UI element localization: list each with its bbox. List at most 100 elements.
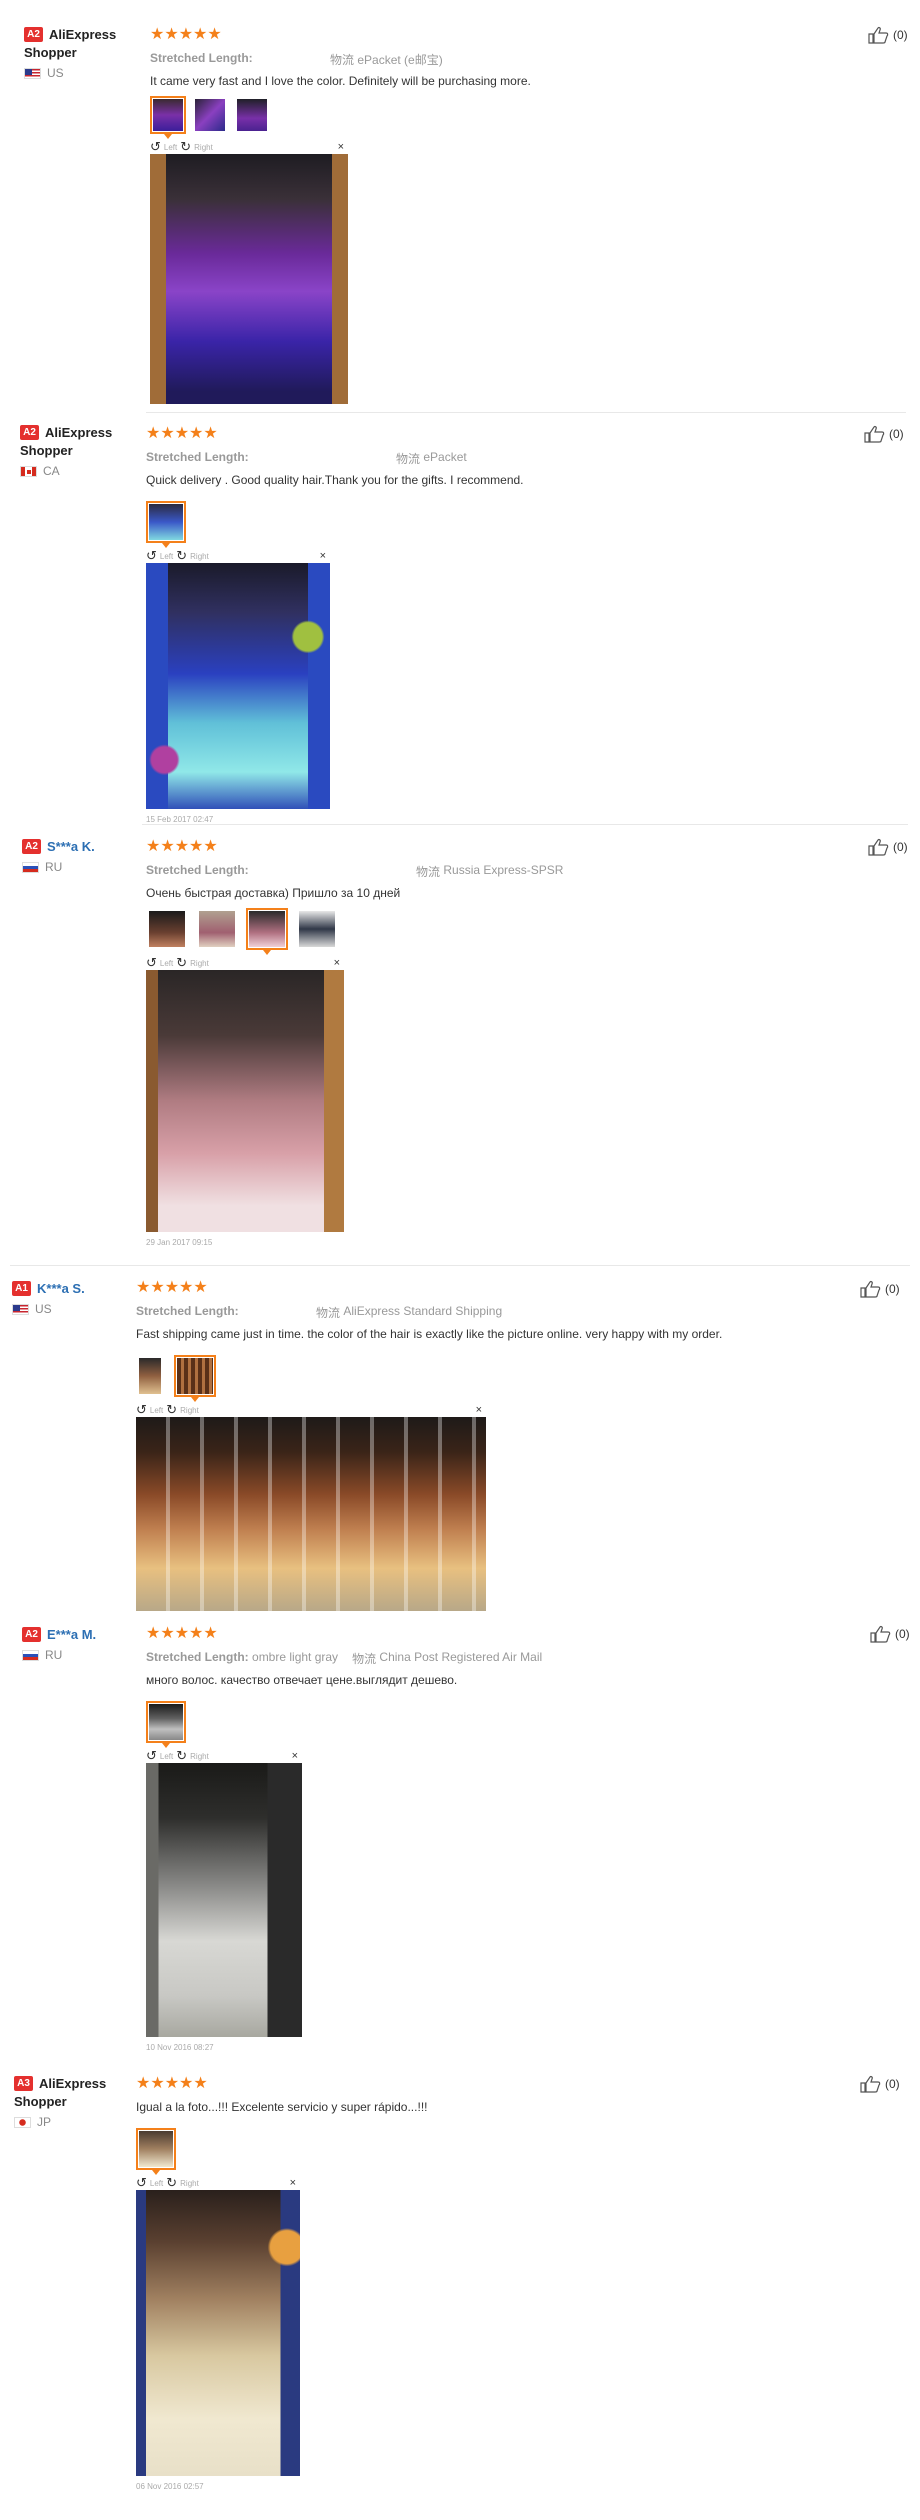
photo-thumbnail[interactable] — [246, 908, 288, 955]
star-rating: ★★★★★ — [146, 838, 218, 855]
photo-thumbnail[interactable] — [174, 1355, 216, 1402]
rotate-left-label[interactable]: Left — [160, 959, 173, 968]
review-item: A2 AliExpress Shopper US ★★★★★ Stretched … — [0, 0, 920, 412]
photo-thumbnails — [136, 1355, 856, 1402]
photo-viewer: ↺ Left ↻ Right × — [146, 549, 330, 809]
helpful-button[interactable]: (0) — [864, 425, 904, 443]
flag-jp-icon — [14, 2116, 31, 2128]
helpful-button[interactable]: (0) — [868, 838, 908, 856]
helpful-button[interactable]: (0) — [868, 26, 908, 44]
rotate-left-label[interactable]: Left — [164, 143, 177, 152]
close-icon[interactable]: × — [320, 550, 326, 562]
buyer-level-badge: A2 — [22, 1627, 41, 1642]
reviewer-info: A2 E***a M. RU — [22, 1626, 142, 1662]
photo-thumbnails — [146, 908, 846, 955]
shipping-method: ePacket (e邮宝) — [357, 53, 443, 67]
review-text: Igual a la foto...!!! Excelente servicio… — [136, 2100, 428, 2114]
rotate-right-label[interactable]: Right — [194, 143, 213, 152]
flag-ca-icon — [20, 465, 37, 477]
helpful-button[interactable]: (0) — [860, 1280, 900, 1298]
star-rating: ★★★★★ — [136, 1279, 208, 1296]
review-text: Очень быстрая доставка) Пришло за 10 дне… — [146, 886, 401, 900]
shipping-method: AliExpress Standard Shipping — [343, 1304, 503, 1318]
review-date: 15 Feb 2017 02:47 — [146, 815, 214, 824]
flag-ru-icon — [22, 1649, 39, 1661]
review-item: A3 AliExpress Shopper JP ★★★★★ Igual a la… — [0, 2069, 920, 2520]
rotate-right-label[interactable]: Right — [190, 1752, 209, 1761]
shipping-icon: 物流 — [352, 1652, 377, 1666]
rotate-left-icon[interactable]: ↺ — [146, 956, 157, 969]
rotate-left-label[interactable]: Left — [160, 552, 173, 561]
rotate-right-label[interactable]: Right — [180, 2179, 199, 2188]
helpful-count: (0) — [889, 427, 904, 441]
thumbs-up-icon — [870, 1626, 891, 1643]
review-date: 06 Nov 2016 02:57 — [136, 2482, 204, 2491]
rotate-left-icon[interactable]: ↺ — [136, 2176, 147, 2189]
rotate-right-icon[interactable]: ↻ — [180, 140, 191, 153]
review-item: A1 K***a S. US ★★★★★ Stretched Length: 物流 … — [0, 1265, 920, 1611]
helpful-button[interactable]: (0) — [860, 2075, 900, 2093]
attribute-value: ombre light gray — [252, 1650, 339, 1664]
rotate-right-icon[interactable]: ↻ — [176, 1749, 187, 1762]
photo-thumbnail[interactable] — [146, 1701, 186, 1748]
rotate-right-icon[interactable]: ↻ — [176, 549, 187, 562]
flag-us-icon — [12, 1303, 29, 1315]
review-photo — [136, 2190, 300, 2476]
close-icon[interactable]: × — [290, 2177, 296, 2189]
rotate-left-label[interactable]: Left — [150, 1406, 163, 1415]
rotate-right-label[interactable]: Right — [180, 1406, 199, 1415]
review-content: ★★★★★ Stretched Length: 物流 ePacket (e邮宝) … — [150, 27, 850, 404]
shipping-icon: 物流 — [330, 53, 355, 67]
rotate-left-icon[interactable]: ↺ — [150, 140, 161, 153]
close-icon[interactable]: × — [334, 957, 340, 969]
photo-thumbnail[interactable] — [196, 908, 238, 950]
close-icon[interactable]: × — [292, 1750, 298, 1762]
reviewer-name[interactable]: E***a M. — [47, 1627, 96, 1642]
shipping-method: ePacket — [423, 450, 467, 464]
shipping-icon: 物流 — [416, 865, 441, 879]
rotate-left-label[interactable]: Left — [160, 1752, 173, 1761]
photo-thumbnail[interactable] — [136, 2128, 176, 2175]
reviewer-name[interactable]: K***a S. — [37, 1281, 85, 1296]
star-rating: ★★★★★ — [146, 425, 218, 442]
photo-thumbnail[interactable] — [146, 908, 188, 950]
photo-thumbnail[interactable] — [234, 96, 270, 134]
photo-thumbnail[interactable] — [296, 908, 338, 950]
photo-thumbnail[interactable] — [146, 501, 186, 548]
review-content: ★★★★★ Stretched Length: ombre light gray… — [146, 1626, 846, 2052]
review-content: ★★★★★ Stretched Length: 物流 ePacket Quick … — [146, 426, 846, 824]
reviewer-info: A2 AliExpress Shopper CA — [20, 424, 140, 478]
attribute-label: Stretched Length: — [146, 450, 249, 464]
reviewer-country: CA — [43, 464, 60, 478]
buyer-level-badge: A1 — [12, 1281, 31, 1296]
rotate-left-icon[interactable]: ↺ — [146, 549, 157, 562]
helpful-count: (0) — [885, 2077, 900, 2091]
close-icon[interactable]: × — [476, 1404, 482, 1416]
rotate-right-icon[interactable]: ↻ — [166, 2176, 177, 2189]
photo-thumbnail[interactable] — [150, 96, 186, 139]
rotate-left-icon[interactable]: ↺ — [146, 1749, 157, 1762]
review-content: ★★★★★ Stretched Length: 物流 AliExpress Sta… — [136, 1280, 856, 1611]
reviewer-info: A2 S***a K. RU — [22, 838, 142, 874]
photo-thumbnail[interactable] — [192, 96, 228, 134]
rotate-left-label[interactable]: Left — [150, 2179, 163, 2188]
thumbs-up-icon — [868, 839, 889, 856]
buyer-level-badge: A3 — [14, 2076, 33, 2091]
helpful-count: (0) — [893, 840, 908, 854]
attribute-label: Stretched Length: — [150, 51, 253, 65]
rotate-right-label[interactable]: Right — [190, 959, 209, 968]
photo-viewer: ↺ Left ↻ Right × — [150, 140, 348, 404]
buyer-level-badge: A2 — [24, 27, 43, 42]
reviewer-info: A3 AliExpress Shopper JP — [14, 2075, 134, 2129]
helpful-button[interactable]: (0) — [870, 1625, 910, 1643]
reviewer-name[interactable]: S***a K. — [47, 839, 95, 854]
review-item: A2 S***a K. RU ★★★★★ Stretched Length: 物流 … — [0, 824, 920, 1265]
star-rating: ★★★★★ — [150, 26, 222, 43]
rotate-right-label[interactable]: Right — [190, 552, 209, 561]
photo-thumbnail[interactable] — [136, 1355, 164, 1397]
shipping-method: China Post Registered Air Mail — [379, 1650, 543, 1664]
rotate-left-icon[interactable]: ↺ — [136, 1403, 147, 1416]
rotate-right-icon[interactable]: ↻ — [176, 956, 187, 969]
close-icon[interactable]: × — [338, 141, 344, 153]
rotate-right-icon[interactable]: ↻ — [166, 1403, 177, 1416]
